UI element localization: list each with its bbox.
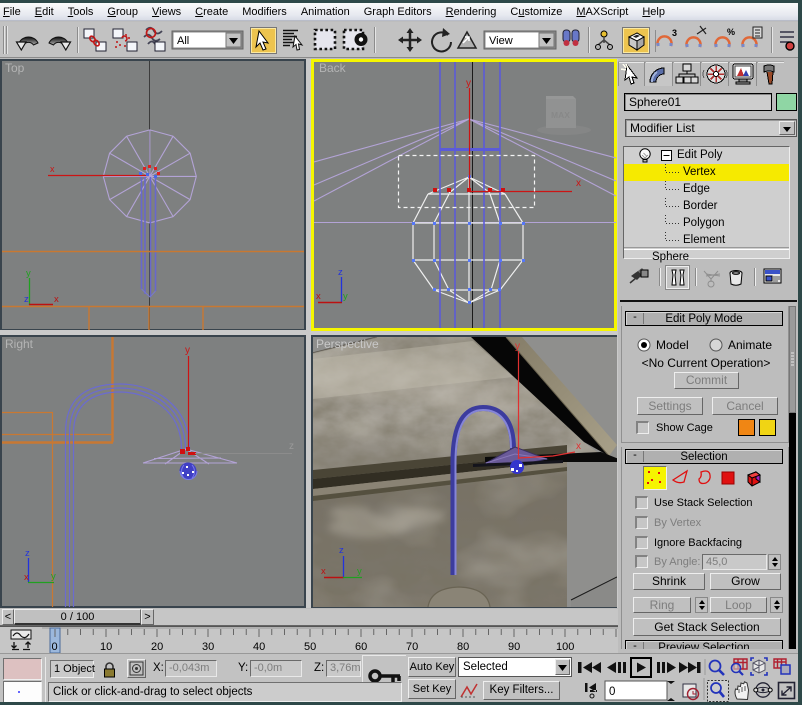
svg-text:100: 100 bbox=[556, 641, 574, 653]
svg-text:y: y bbox=[515, 341, 520, 352]
svg-text:30: 30 bbox=[202, 641, 214, 653]
svg-text:y: y bbox=[466, 78, 471, 89]
svg-text:x: x bbox=[54, 294, 59, 305]
svg-text:View: View bbox=[489, 35, 513, 47]
svg-text:z: z bbox=[289, 441, 294, 452]
svg-text:z: z bbox=[24, 294, 29, 305]
svg-text:z: z bbox=[25, 548, 30, 559]
svg-text:y: y bbox=[185, 345, 190, 356]
svg-text:80: 80 bbox=[457, 641, 469, 653]
svg-text:0: 0 bbox=[609, 686, 615, 698]
svg-text:40: 40 bbox=[253, 641, 265, 653]
svg-text:%: % bbox=[727, 27, 735, 37]
svg-text:60: 60 bbox=[355, 641, 367, 653]
svg-text:Model: Model bbox=[656, 338, 689, 352]
svg-text:3: 3 bbox=[672, 28, 677, 38]
svg-text:10: 10 bbox=[100, 641, 112, 653]
svg-text:y: y bbox=[51, 571, 56, 582]
svg-text:MAX: MAX bbox=[551, 110, 570, 120]
svg-text:x: x bbox=[321, 566, 326, 577]
svg-text:x: x bbox=[576, 441, 581, 452]
svg-text:90: 90 bbox=[508, 641, 520, 653]
svg-text:0: 0 bbox=[52, 641, 58, 653]
svg-text:x: x bbox=[24, 572, 29, 583]
svg-text:y: y bbox=[343, 291, 348, 302]
svg-text:70: 70 bbox=[406, 641, 418, 653]
svg-text:All: All bbox=[177, 35, 189, 47]
svg-text:y: y bbox=[26, 268, 31, 279]
svg-text:50: 50 bbox=[304, 641, 316, 653]
svg-text:z: z bbox=[338, 267, 343, 278]
svg-text:y: y bbox=[357, 566, 362, 577]
svg-text:20: 20 bbox=[151, 641, 163, 653]
svg-text:Animate: Animate bbox=[728, 338, 772, 352]
svg-text:x: x bbox=[576, 178, 581, 189]
svg-text:x: x bbox=[316, 291, 321, 302]
svg-text:z: z bbox=[339, 545, 344, 556]
svg-text:x: x bbox=[50, 164, 55, 174]
